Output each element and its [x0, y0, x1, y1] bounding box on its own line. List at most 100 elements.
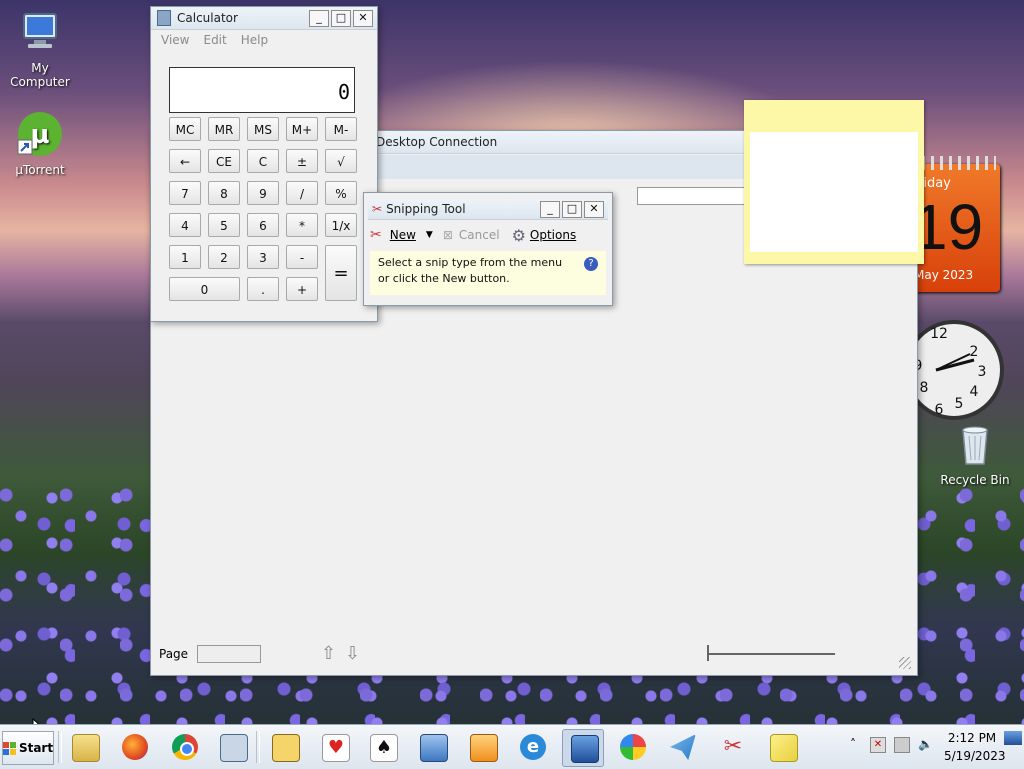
- calc-key-add[interactable]: +: [286, 277, 318, 301]
- calc-key-subtract[interactable]: -: [286, 245, 318, 269]
- chevron-down-icon[interactable]: ▼: [426, 230, 433, 240]
- cancel-button[interactable]: Cancel: [459, 228, 500, 242]
- calc-key-0[interactable]: 0: [169, 277, 240, 301]
- help-icon[interactable]: ?: [584, 257, 598, 271]
- desktop-icon-recycle-bin[interactable]: Recycle Bin: [935, 420, 1015, 487]
- network-icon[interactable]: [894, 737, 910, 753]
- clock-numeral: 5: [955, 396, 964, 412]
- clock-numeral: 4: [970, 384, 979, 400]
- file-explorer-icon[interactable]: [64, 729, 104, 765]
- new-snip-button[interactable]: New: [390, 228, 416, 242]
- calc-key-c[interactable]: C: [247, 149, 279, 173]
- calc-key-decimal[interactable]: .: [247, 277, 279, 301]
- desktop-icon-utorrent[interactable]: µ µTorrent: [0, 110, 80, 177]
- menu-help[interactable]: Help: [241, 33, 268, 47]
- calc-key-mc[interactable]: MC: [169, 117, 201, 141]
- calc-key-6[interactable]: 6: [247, 213, 279, 237]
- internet-explorer-icon[interactable]: e: [512, 729, 552, 765]
- menu-view[interactable]: View: [161, 33, 189, 47]
- snipping-tool-titlebar[interactable]: ✂ Snipping Tool _ □ ✕: [368, 199, 608, 220]
- calc-key-4[interactable]: 4: [169, 213, 201, 237]
- maximize-button[interactable]: □: [562, 200, 582, 218]
- chrome-icon[interactable]: [164, 729, 204, 765]
- computer-monitor-icon[interactable]: [562, 729, 604, 767]
- options-button[interactable]: Options: [530, 228, 576, 242]
- calc-key-sqrt[interactable]: √: [325, 149, 357, 173]
- telegram-icon[interactable]: [662, 729, 702, 765]
- clock-numeral: 8: [920, 380, 929, 396]
- calculator-display: 0: [169, 67, 355, 113]
- arrow-down-icon[interactable]: ⇩: [345, 643, 360, 664]
- maximize-button[interactable]: □: [331, 9, 351, 27]
- calc-key-7[interactable]: 7: [169, 181, 201, 205]
- start-button[interactable]: Start: [2, 731, 54, 765]
- calc-key-1[interactable]: 1: [169, 245, 201, 269]
- calc-key-mr[interactable]: MR: [208, 117, 240, 141]
- calc-key-multiply[interactable]: *: [286, 213, 318, 237]
- calculator-icon: [157, 10, 171, 26]
- page-number-input[interactable]: [197, 645, 261, 663]
- clock-time[interactable]: 2:12 PM: [944, 731, 1000, 745]
- hearts-icon[interactable]: ♥: [314, 729, 354, 765]
- calc-key-mminus[interactable]: M-: [325, 117, 357, 141]
- clock-gadget: 12 2 3 4 5 6 8 9: [904, 308, 1004, 428]
- show-desktop-button[interactable]: [1004, 731, 1022, 745]
- desktop-icon-label: My Computer: [10, 61, 70, 89]
- snipping-tool-icon[interactable]: ✂: [712, 729, 752, 765]
- calc-key-ms[interactable]: MS: [247, 117, 279, 141]
- clock-numeral: 12: [930, 326, 948, 342]
- calculator-titlebar[interactable]: Calculator _ □ ✕: [151, 7, 377, 30]
- calc-key-percent[interactable]: %: [325, 181, 357, 205]
- calendar-gadget: riday 19 May 2023: [912, 156, 1000, 292]
- calendar-rings: [922, 156, 996, 170]
- address-field[interactable]: [637, 187, 749, 205]
- calc-key-ce[interactable]: CE: [208, 149, 240, 173]
- taskbar: Start ♥ ♠ e ✂ ˄ ✕ 🔈 2:12 PM 5/19/2023: [0, 724, 1024, 769]
- close-button[interactable]: ✕: [584, 200, 604, 218]
- snipping-toolbar: ✂ New ▼ ⊠ Cancel ⚙ Options: [370, 223, 606, 247]
- taskbar-separator: [58, 731, 62, 763]
- paint-icon[interactable]: [612, 729, 652, 765]
- minimize-button[interactable]: _: [540, 200, 560, 218]
- cancel-icon: ⊠: [442, 228, 453, 242]
- show-hidden-icons-button[interactable]: ˄: [850, 737, 856, 751]
- calc-key-2[interactable]: 2: [208, 245, 240, 269]
- sticky-note[interactable]: [744, 100, 924, 264]
- zoom-slider-thumb[interactable]: [707, 645, 709, 661]
- gear-icon: ⚙: [511, 225, 526, 245]
- calc-key-8[interactable]: 8: [208, 181, 240, 205]
- spider-solitaire-icon[interactable]: ♠: [362, 729, 402, 765]
- calc-key-5[interactable]: 5: [208, 213, 240, 237]
- close-button[interactable]: ✕: [353, 9, 373, 27]
- new-snip-icon: ✂: [370, 227, 382, 243]
- remote-desktop-icon[interactable]: [412, 729, 452, 765]
- clock-face-icon: 12 2 3 4 5 6 8 9: [904, 320, 1004, 420]
- zoom-slider[interactable]: [707, 653, 835, 655]
- calc-key-3[interactable]: 3: [247, 245, 279, 269]
- media-player-icon[interactable]: [462, 729, 502, 765]
- calculator-icon[interactable]: [212, 729, 252, 765]
- action-center-icon[interactable]: ✕: [870, 737, 886, 753]
- sticky-notes-icon[interactable]: [762, 729, 802, 765]
- sticky-note-body[interactable]: [750, 132, 918, 252]
- firefox-icon[interactable]: [114, 729, 154, 765]
- calc-key-divide[interactable]: /: [286, 181, 318, 205]
- desktop-icon-label: µTorrent: [15, 163, 65, 177]
- calc-key-equals[interactable]: =: [325, 245, 357, 301]
- resize-grip-icon[interactable]: [899, 657, 911, 669]
- calc-key-backspace[interactable]: ←: [169, 149, 201, 173]
- volume-muted-icon[interactable]: 🔈: [918, 737, 933, 751]
- calc-key-mplus[interactable]: M+: [286, 117, 318, 141]
- calc-key-reciprocal[interactable]: 1/x: [325, 213, 357, 237]
- calc-key-plusminus[interactable]: ±: [286, 149, 318, 173]
- arrow-up-icon[interactable]: ⇧: [321, 643, 336, 664]
- page-label: Page: [159, 647, 189, 661]
- clock-numeral: 2: [970, 344, 979, 360]
- computer-icon: [23, 13, 57, 48]
- desktop-icon-my-computer[interactable]: My Computer: [0, 8, 80, 89]
- menu-edit[interactable]: Edit: [203, 33, 226, 47]
- calc-key-9[interactable]: 9: [247, 181, 279, 205]
- minimize-button[interactable]: _: [309, 9, 329, 27]
- solitaire-king-icon[interactable]: [264, 729, 304, 765]
- clock-date[interactable]: 5/19/2023: [944, 749, 1006, 763]
